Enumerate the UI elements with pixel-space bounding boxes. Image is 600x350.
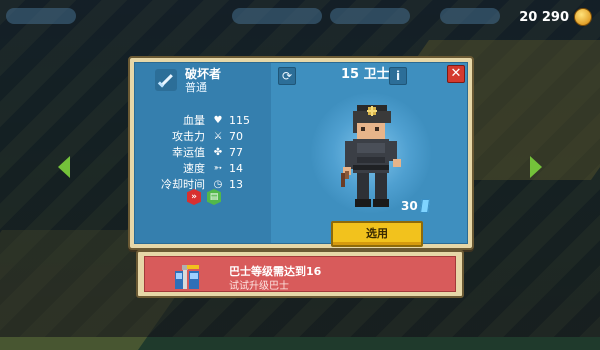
refresh-icon[interactable]: ⟳ [278, 67, 296, 85]
speed-badge-icon[interactable]: » [187, 189, 201, 205]
soldier-character [341, 105, 401, 207]
topbar-item [440, 8, 500, 24]
requirement-notice-body: 巴士等级需达到16 试试升级巴士 [144, 256, 456, 292]
clock-icon: ◷ [213, 178, 223, 190]
stat-row-speed: 速度 ➳ 14 [139, 160, 267, 176]
weapon-header: 破坏者 普通 [155, 67, 221, 94]
stat-label: 血量 [183, 114, 205, 127]
stat-row-health: 血量 ♥ 115 [139, 112, 267, 128]
gold-coin-icon [574, 8, 592, 26]
heart-icon: ♥ [213, 114, 223, 126]
stat-row-luck: 幸运值 ✤ 77 [139, 144, 267, 160]
sword-icon: ⚔ [213, 130, 223, 142]
unit-title: 15 卫士 [341, 67, 390, 83]
gem-icon [419, 199, 430, 213]
select-button[interactable]: 选用 [331, 221, 423, 247]
stat-value: 14 [229, 161, 243, 175]
unit-level: 15 [341, 67, 360, 82]
unit-price: 30 [401, 199, 430, 213]
topbar-item [6, 8, 76, 24]
stat-label: 速度 [183, 162, 205, 175]
stat-label: 幸运值 [172, 146, 205, 159]
unit-detail-body: 破坏者 普通 血量 ♥ 115 攻击力 ⚔ 70 幸运值 ✤ 77 速度 ➳ 1… [134, 62, 468, 247]
info-icon[interactable]: i [389, 67, 407, 85]
next-arrow-icon[interactable] [530, 156, 542, 178]
wing-icon: ➳ [213, 162, 223, 174]
unit-name: 卫士 [363, 67, 390, 82]
previous-arrow-icon[interactable] [58, 156, 70, 178]
stat-value: 13 [229, 177, 243, 191]
stat-label: 攻击力 [172, 130, 205, 143]
stat-row-attack: 攻击力 ⚔ 70 [139, 128, 267, 144]
topbar-item [330, 8, 410, 24]
requirement-subtitle: 试试升级巴士 [229, 281, 289, 292]
weapon-rarity: 普通 [185, 81, 207, 94]
unit-detail-panel: 破坏者 普通 血量 ♥ 115 攻击力 ⚔ 70 幸运值 ✤ 77 速度 ➳ 1… [128, 56, 474, 250]
coin-counter: 20 290 [519, 8, 592, 26]
weapon-name: 破坏者 [185, 67, 222, 81]
ability-badges: » ▤ [187, 189, 221, 205]
sword-icon [155, 69, 177, 91]
coin-amount: 20 290 [519, 9, 569, 25]
weapon-stats-column: 破坏者 普通 血量 ♥ 115 攻击力 ⚔ 70 幸运值 ✤ 77 速度 ➳ 1… [135, 63, 271, 243]
card-badge-icon[interactable]: ▤ [207, 189, 221, 205]
requirement-notice[interactable]: 巴士等级需达到16 试试升级巴士 [136, 250, 464, 298]
stat-value: 115 [229, 113, 250, 127]
topbar-item [232, 8, 322, 24]
close-icon[interactable]: ✕ [447, 65, 465, 83]
price-value: 30 [401, 199, 418, 213]
stats-list: 血量 ♥ 115 攻击力 ⚔ 70 幸运值 ✤ 77 速度 ➳ 14 冷却时间 … [139, 112, 267, 192]
stat-value: 70 [229, 129, 243, 143]
stat-value: 77 [229, 145, 243, 159]
bus-upgrade-icon [175, 265, 199, 289]
clover-icon: ✤ [213, 146, 223, 158]
